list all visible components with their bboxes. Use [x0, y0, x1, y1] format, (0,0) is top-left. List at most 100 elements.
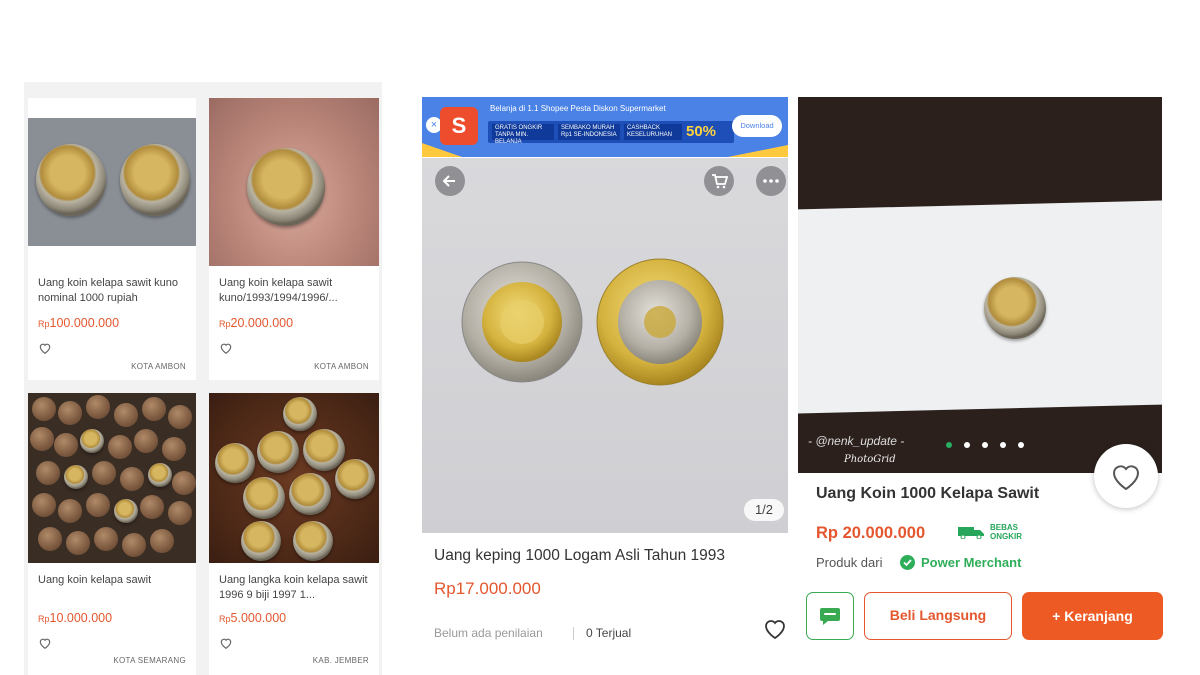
product-image[interactable]: - @nenk_update - PhotoGrid — [798, 97, 1162, 473]
coin-image — [66, 531, 90, 555]
product-card-2[interactable]: Uang koin kelapa sawit kuno/1993/1994/19… — [209, 98, 379, 380]
promo-banner[interactable]: × S Belanja di 1.1 Shopee Pesta Diskon S… — [422, 97, 788, 157]
carousel-dot[interactable] — [946, 442, 952, 448]
coin-image — [303, 429, 345, 471]
wishlist-button[interactable] — [1094, 444, 1158, 508]
banner-offers: GRATIS ONGKIR TANPA MIN. BELANJA SEMBAKO… — [488, 121, 734, 145]
banner-decoration — [422, 143, 462, 157]
product-photo — [28, 393, 196, 563]
product-card-4[interactable]: Uang langka koin kelapa sawit 1996 9 bij… — [209, 393, 379, 675]
product-price: Rp100.000.000 — [38, 316, 120, 330]
coin-image — [58, 499, 82, 523]
coin-image — [38, 527, 62, 551]
coin-image — [243, 477, 285, 519]
product-photo — [28, 118, 196, 246]
heart-icon[interactable] — [38, 636, 52, 650]
product-photo — [209, 393, 379, 563]
paper-background — [798, 200, 1162, 414]
coin-image — [289, 473, 331, 515]
carousel-dot[interactable] — [964, 442, 970, 448]
chat-icon — [820, 608, 840, 625]
carousel-dot[interactable] — [982, 442, 988, 448]
coin-image — [32, 493, 56, 517]
free-shipping-badge: BEBAS ONGKIR — [958, 522, 1040, 542]
arrow-left-icon — [442, 175, 455, 187]
free-shipping-line: ONGKIR — [990, 532, 1022, 541]
cart-button[interactable] — [704, 166, 734, 196]
heart-icon — [1112, 465, 1140, 491]
banner-discount: 50% — [686, 123, 717, 140]
banner-decoration — [728, 145, 788, 157]
product-title: Uang Koin 1000 Kelapa Sawit — [816, 485, 1040, 502]
coin-image — [335, 459, 375, 499]
product-price: Rp 20.000.000 — [816, 524, 926, 542]
coin-image — [86, 493, 110, 517]
product-photo — [209, 98, 379, 266]
product-title: Uang koin kelapa sawit — [38, 574, 152, 586]
free-shipping-line: BEBAS — [990, 523, 1019, 532]
coin-image — [134, 429, 158, 453]
seller-location: KOTA AMBON — [131, 362, 186, 371]
coin-image — [150, 529, 174, 553]
product-price: Rp5.000.000 — [219, 611, 287, 625]
heart-icon[interactable] — [219, 636, 233, 650]
coin-image — [162, 437, 186, 461]
divider — [573, 627, 574, 640]
truck-icon — [958, 527, 984, 539]
back-button[interactable] — [435, 166, 465, 196]
heart-icon[interactable] — [763, 618, 787, 640]
coin-image — [114, 403, 138, 427]
coin-image — [122, 533, 146, 557]
more-icon — [763, 179, 779, 183]
heart-icon[interactable] — [219, 341, 233, 355]
coin-image — [92, 461, 116, 485]
coin-image — [247, 148, 325, 226]
coin-image — [984, 277, 1046, 339]
coin-image — [283, 397, 317, 431]
download-button[interactable]: Download — [732, 115, 782, 137]
image-pager: 1/2 — [744, 499, 784, 521]
banner-offer: SEMBAKO MURAH Rp1 SE-INDONESIA — [558, 124, 620, 140]
coin-image — [148, 463, 172, 487]
coin-image — [94, 527, 118, 551]
image-watermark: - @nenk_update - — [808, 434, 905, 448]
product-image[interactable]: 1/2 — [422, 158, 788, 533]
seller-location: KAB. JEMBER — [312, 656, 369, 665]
coin-image — [142, 397, 166, 421]
shopee-logo: S — [440, 107, 478, 145]
coin-pair-image — [461, 258, 724, 386]
product-title: Uang langka koin kelapa sawit 1996 9 bij… — [219, 574, 368, 601]
image-watermark: PhotoGrid — [844, 454, 896, 465]
carousel-dot[interactable] — [1000, 442, 1006, 448]
coin-image — [241, 521, 281, 561]
coin-image — [54, 433, 78, 457]
product-title: Uang koin kelapa sawit kuno/1993/1994/19… — [219, 277, 338, 304]
coin-image — [172, 471, 196, 495]
coin-image — [168, 501, 192, 525]
coin-image — [36, 144, 106, 216]
merchant-badge[interactable]: Power Merchant — [921, 555, 1021, 570]
banner-headline: Belanja di 1.1 Shopee Pesta Diskon Super… — [490, 104, 666, 113]
add-to-cart-button[interactable]: + Keranjang — [1022, 592, 1163, 640]
coin-image — [293, 521, 333, 561]
buy-now-button[interactable]: Beli Langsung — [864, 592, 1012, 640]
carousel-dot[interactable] — [1018, 442, 1024, 448]
coin-image — [120, 467, 144, 491]
more-button[interactable] — [756, 166, 786, 196]
product-price: Rp17.000.000 — [434, 579, 541, 598]
product-card-3[interactable]: Uang koin kelapa sawit Rp10.000.000 KOTA… — [28, 393, 196, 675]
coin-image — [120, 144, 190, 216]
coin-image — [114, 499, 138, 523]
coin-image — [257, 431, 299, 473]
image-carousel-dots[interactable] — [946, 435, 1036, 453]
product-card-1[interactable]: Uang koin kelapa sawit kuno nominal 1000… — [28, 98, 196, 380]
coin-image — [64, 465, 88, 489]
chat-button[interactable] — [806, 592, 854, 640]
coin-image — [80, 429, 104, 453]
banner-offer: GRATIS ONGKIR TANPA MIN. BELANJA — [492, 124, 554, 145]
merchant-label: Produk dari — [816, 555, 883, 570]
rating-status: Belum ada penilaian — [434, 626, 543, 640]
heart-icon[interactable] — [38, 341, 52, 355]
coin-image — [32, 397, 56, 421]
product-price: Rp10.000.000 — [38, 611, 113, 625]
